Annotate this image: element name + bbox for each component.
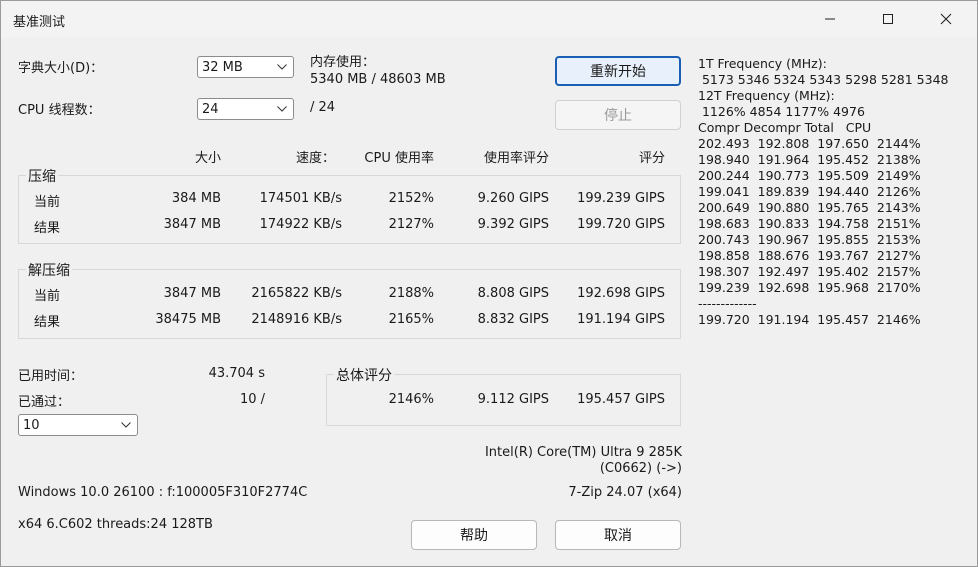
restart-button[interactable]: 重新开始 — [555, 56, 681, 86]
threads-value: 24 — [202, 102, 219, 117]
rating-value: 192.698 GIPS — [577, 286, 665, 301]
rating-usage-value: 8.808 GIPS — [477, 286, 549, 301]
size-value: 3847 MB — [163, 217, 221, 232]
speed-value: 2148916 KB/s — [251, 312, 342, 327]
panel-line: 1T Frequency (MHz): — [698, 56, 827, 71]
panel-line: 198.683 190.833 194.758 2151% — [698, 216, 921, 231]
panel-line: 1126% 4854 1177% 4976 — [698, 104, 865, 119]
passes-select[interactable]: 10 — [18, 414, 138, 436]
dict-size-value: 32 MB — [202, 60, 243, 75]
row-label: 当前 — [34, 289, 61, 304]
minimize-icon — [825, 18, 835, 20]
rating-usage-value: 8.832 GIPS — [477, 312, 549, 327]
panel-line: Compr Decompr Total CPU — [698, 120, 872, 135]
minimize-button[interactable] — [807, 1, 853, 37]
threads-select[interactable]: 24 — [197, 98, 294, 120]
panel-line: 200.649 190.880 195.765 2143% — [698, 200, 921, 215]
cpu-usage-value: 2188% — [388, 286, 434, 301]
header-rating: 评分 — [638, 151, 665, 166]
cpu-usage-value: 2127% — [388, 217, 434, 232]
threads-total: / 24 — [310, 100, 336, 115]
cpu-usage-value: 2165% — [388, 312, 434, 327]
header-size: 大小 — [194, 151, 221, 166]
total-rating-label: 总体评分 — [334, 365, 394, 385]
panel-line: 199.239 192.698 195.968 2170% — [698, 280, 921, 295]
size-value: 3847 MB — [163, 286, 221, 301]
panel-line: 12T Frequency (MHz): — [698, 88, 835, 103]
dict-size-select[interactable]: 32 MB — [197, 56, 294, 78]
chevron-down-icon — [121, 422, 131, 428]
decompress-label: 解压缩 — [26, 260, 72, 280]
elapsed-time-value: 43.704 s — [208, 366, 265, 381]
passes-value: 10 / — [239, 392, 265, 407]
memory-usage-value: 5340 MB / 48603 MB — [310, 72, 446, 87]
total-rating-usage: 9.112 GIPS — [477, 392, 549, 407]
chevron-down-icon — [277, 64, 287, 70]
cpu-id: (C0662) (->) — [599, 461, 682, 476]
header-rating-usage: 使用率评分 — [483, 151, 549, 166]
cancel-button[interactable]: 取消 — [555, 520, 681, 550]
row-label: 结果 — [34, 221, 61, 236]
row-label: 当前 — [34, 195, 61, 210]
window-title: 基准测试 — [13, 15, 66, 30]
size-value: 384 MB — [171, 191, 221, 206]
panel-line: 199.041 189.839 194.440 2126% — [698, 184, 921, 199]
panel-line: 200.743 190.967 195.855 2153% — [698, 232, 921, 247]
maximize-button[interactable] — [865, 1, 911, 37]
speed-value: 174922 KB/s — [259, 217, 342, 232]
close-button[interactable] — [923, 1, 969, 37]
compress-group — [18, 175, 681, 244]
elapsed-time-label: 已用时间： — [18, 369, 84, 384]
rating-usage-value: 9.260 GIPS — [477, 191, 549, 206]
passes-select-value: 10 — [23, 418, 40, 433]
dict-size-label: 字典大小(D)： — [18, 61, 104, 76]
panel-line: 199.720 191.194 195.457 2146% — [698, 312, 921, 327]
close-icon — [940, 13, 952, 25]
header-speed: 速度： — [295, 151, 335, 166]
passes-label: 已通过： — [18, 395, 71, 410]
panel-line: 5173 5346 5324 5343 5298 5281 5348 — [698, 72, 949, 87]
os-info: Windows 10.0 26100 : f:100005F310F2774C — [18, 485, 308, 500]
zip-version: 7-Zip 24.07 (x64) — [568, 485, 682, 500]
panel-line: 202.493 192.808 197.650 2144% — [698, 136, 921, 151]
decompress-group — [18, 269, 681, 339]
benchmark-window: 基准测试 字典大小(D)： 32 MB CPU 线程数： 24 / 24 内存使… — [0, 0, 978, 567]
title-bar: 基准测试 — [1, 1, 977, 37]
threads-label: CPU 线程数： — [18, 103, 101, 118]
memory-usage-label: 内存使用： — [310, 55, 376, 70]
panel-line: 198.307 192.497 195.402 2157% — [698, 264, 921, 279]
rating-usage-value: 9.392 GIPS — [477, 217, 549, 232]
panel-line: ------------- — [698, 296, 757, 311]
help-button[interactable]: 帮助 — [411, 520, 537, 550]
stop-button[interactable]: 停止 — [555, 100, 681, 130]
total-rating-value: 195.457 GIPS — [577, 392, 665, 407]
rating-value: 199.239 GIPS — [577, 191, 665, 206]
speed-value: 2165822 KB/s — [251, 286, 342, 301]
maximize-icon — [883, 14, 893, 24]
cpu-name: Intel(R) Core(TM) Ultra 9 285K — [484, 445, 682, 460]
panel-line: 198.940 191.964 195.452 2138% — [698, 152, 921, 167]
cpu-usage-value: 2152% — [388, 191, 434, 206]
header-cpu-usage: CPU 使用率 — [364, 151, 434, 166]
rating-value: 191.194 GIPS — [577, 312, 665, 327]
panel-line: 198.858 188.676 193.767 2127% — [698, 248, 921, 263]
chevron-down-icon — [277, 106, 287, 112]
row-label: 结果 — [34, 315, 61, 330]
speed-value: 174501 KB/s — [259, 191, 342, 206]
rating-value: 199.720 GIPS — [577, 217, 665, 232]
size-value: 38475 MB — [155, 312, 221, 327]
compress-label: 压缩 — [26, 166, 58, 186]
arch-info: x64 6.C602 threads:24 128TB — [18, 517, 213, 532]
panel-line: 200.244 190.773 195.509 2149% — [698, 168, 921, 183]
total-cpu-usage: 2146% — [388, 392, 434, 407]
